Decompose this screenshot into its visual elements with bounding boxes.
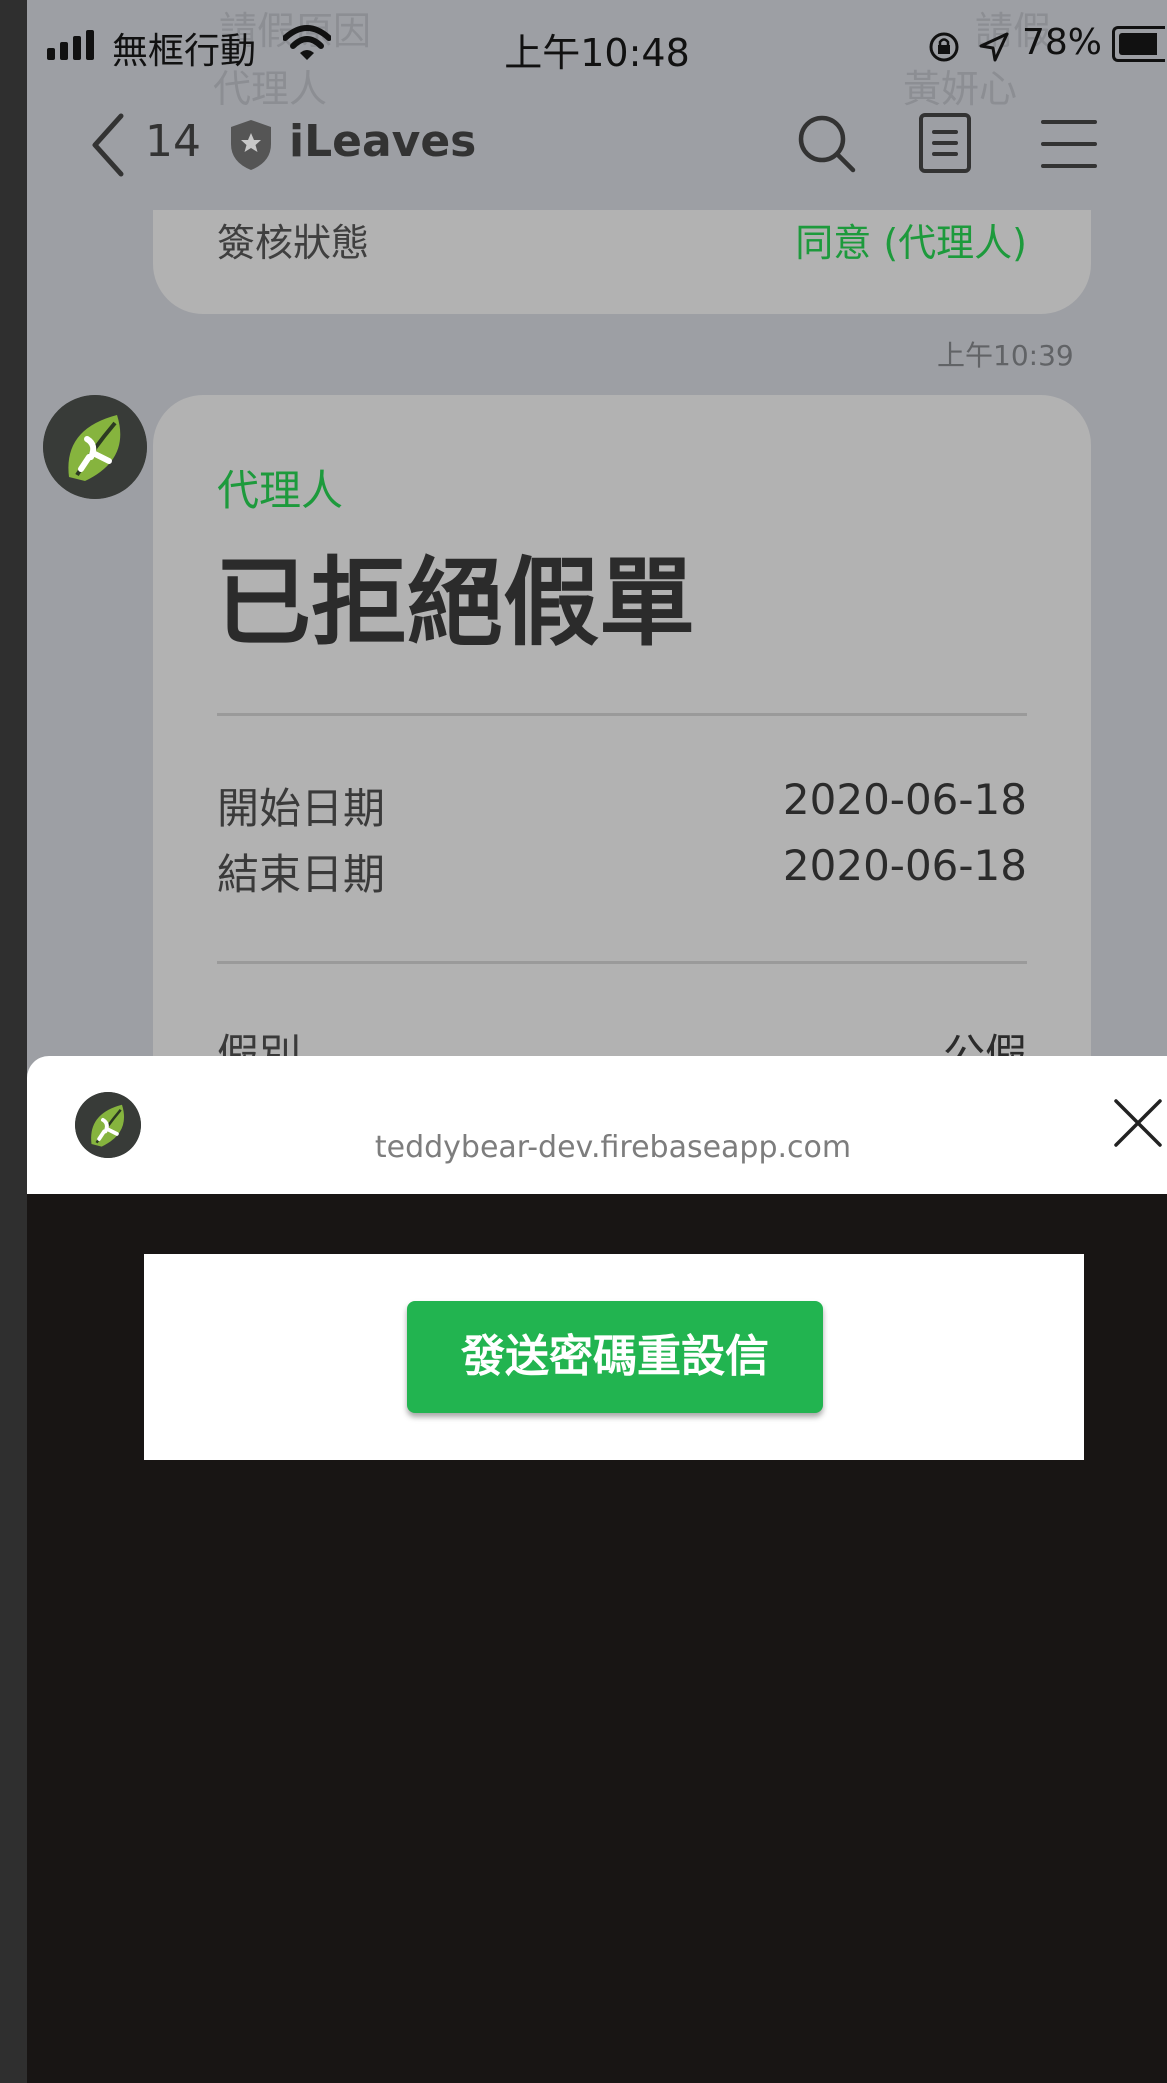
orientation-lock-icon [929, 32, 959, 62]
chat-title[interactable]: iLeaves [289, 116, 476, 167]
card-subtitle: 代理人 [217, 466, 344, 515]
start-date-value: 2020-06-18 [782, 775, 1027, 824]
phone-screen: 請假原因 代理人 請假 黃妍心 無框行動 上午10:48 78% 14 iLea… [27, 0, 1167, 2083]
end-date-label: 結束日期 [217, 850, 386, 899]
unread-count[interactable]: 14 [145, 116, 201, 167]
back-chevron-icon[interactable] [89, 110, 129, 180]
verified-shield-icon [231, 120, 271, 170]
leave-type-label: 假別 [217, 1030, 302, 1060]
bot-avatar[interactable] [43, 395, 147, 499]
leaf-logo-icon [43, 395, 147, 499]
previous-message-card: 簽核狀態 同意 (代理人) [153, 210, 1091, 314]
approval-status-label: 簽核狀態 [217, 221, 370, 265]
end-date-value: 2020-06-18 [782, 841, 1027, 890]
start-date-label: 開始日期 [217, 784, 386, 833]
left-edge [0, 0, 27, 2083]
location-icon [979, 32, 1009, 62]
leave-message-card[interactable]: 代理人 已拒絕假單 開始日期 2020-06-18 結束日期 2020-06-1… [153, 395, 1091, 1060]
close-icon[interactable] [1113, 1098, 1163, 1148]
leave-type-value: 公假 [942, 1030, 1027, 1060]
divider [217, 961, 1027, 964]
chat-header: 14 iLeaves [27, 90, 1167, 210]
search-icon[interactable] [795, 112, 859, 176]
menu-icon[interactable] [1039, 118, 1099, 170]
chat-area: 簽核狀態 同意 (代理人) 上午10:39 代理人 已拒絕假單 開始日期 202… [27, 210, 1167, 1060]
battery-icon [1112, 26, 1165, 62]
notes-icon[interactable] [917, 112, 973, 174]
send-password-reset-button[interactable]: 發送密碼重設信 [407, 1301, 823, 1413]
battery-percent: 78% [1022, 22, 1103, 63]
webview-content: 發送密碼重設信 [27, 1194, 1167, 2083]
webview-header: teddybear-dev.firebaseapp.com [27, 1056, 1167, 1194]
message-timestamp: 上午10:39 [937, 339, 1074, 372]
webview-url: teddybear-dev.firebaseapp.com [374, 1130, 852, 1165]
approval-status-value: 同意 (代理人) [795, 221, 1027, 265]
status-bar: 無框行動 上午10:48 78% [27, 0, 1167, 90]
divider [217, 713, 1027, 716]
reset-panel: 發送密碼重設信 [144, 1254, 1084, 1460]
card-title: 已拒絕假單 [215, 547, 695, 659]
